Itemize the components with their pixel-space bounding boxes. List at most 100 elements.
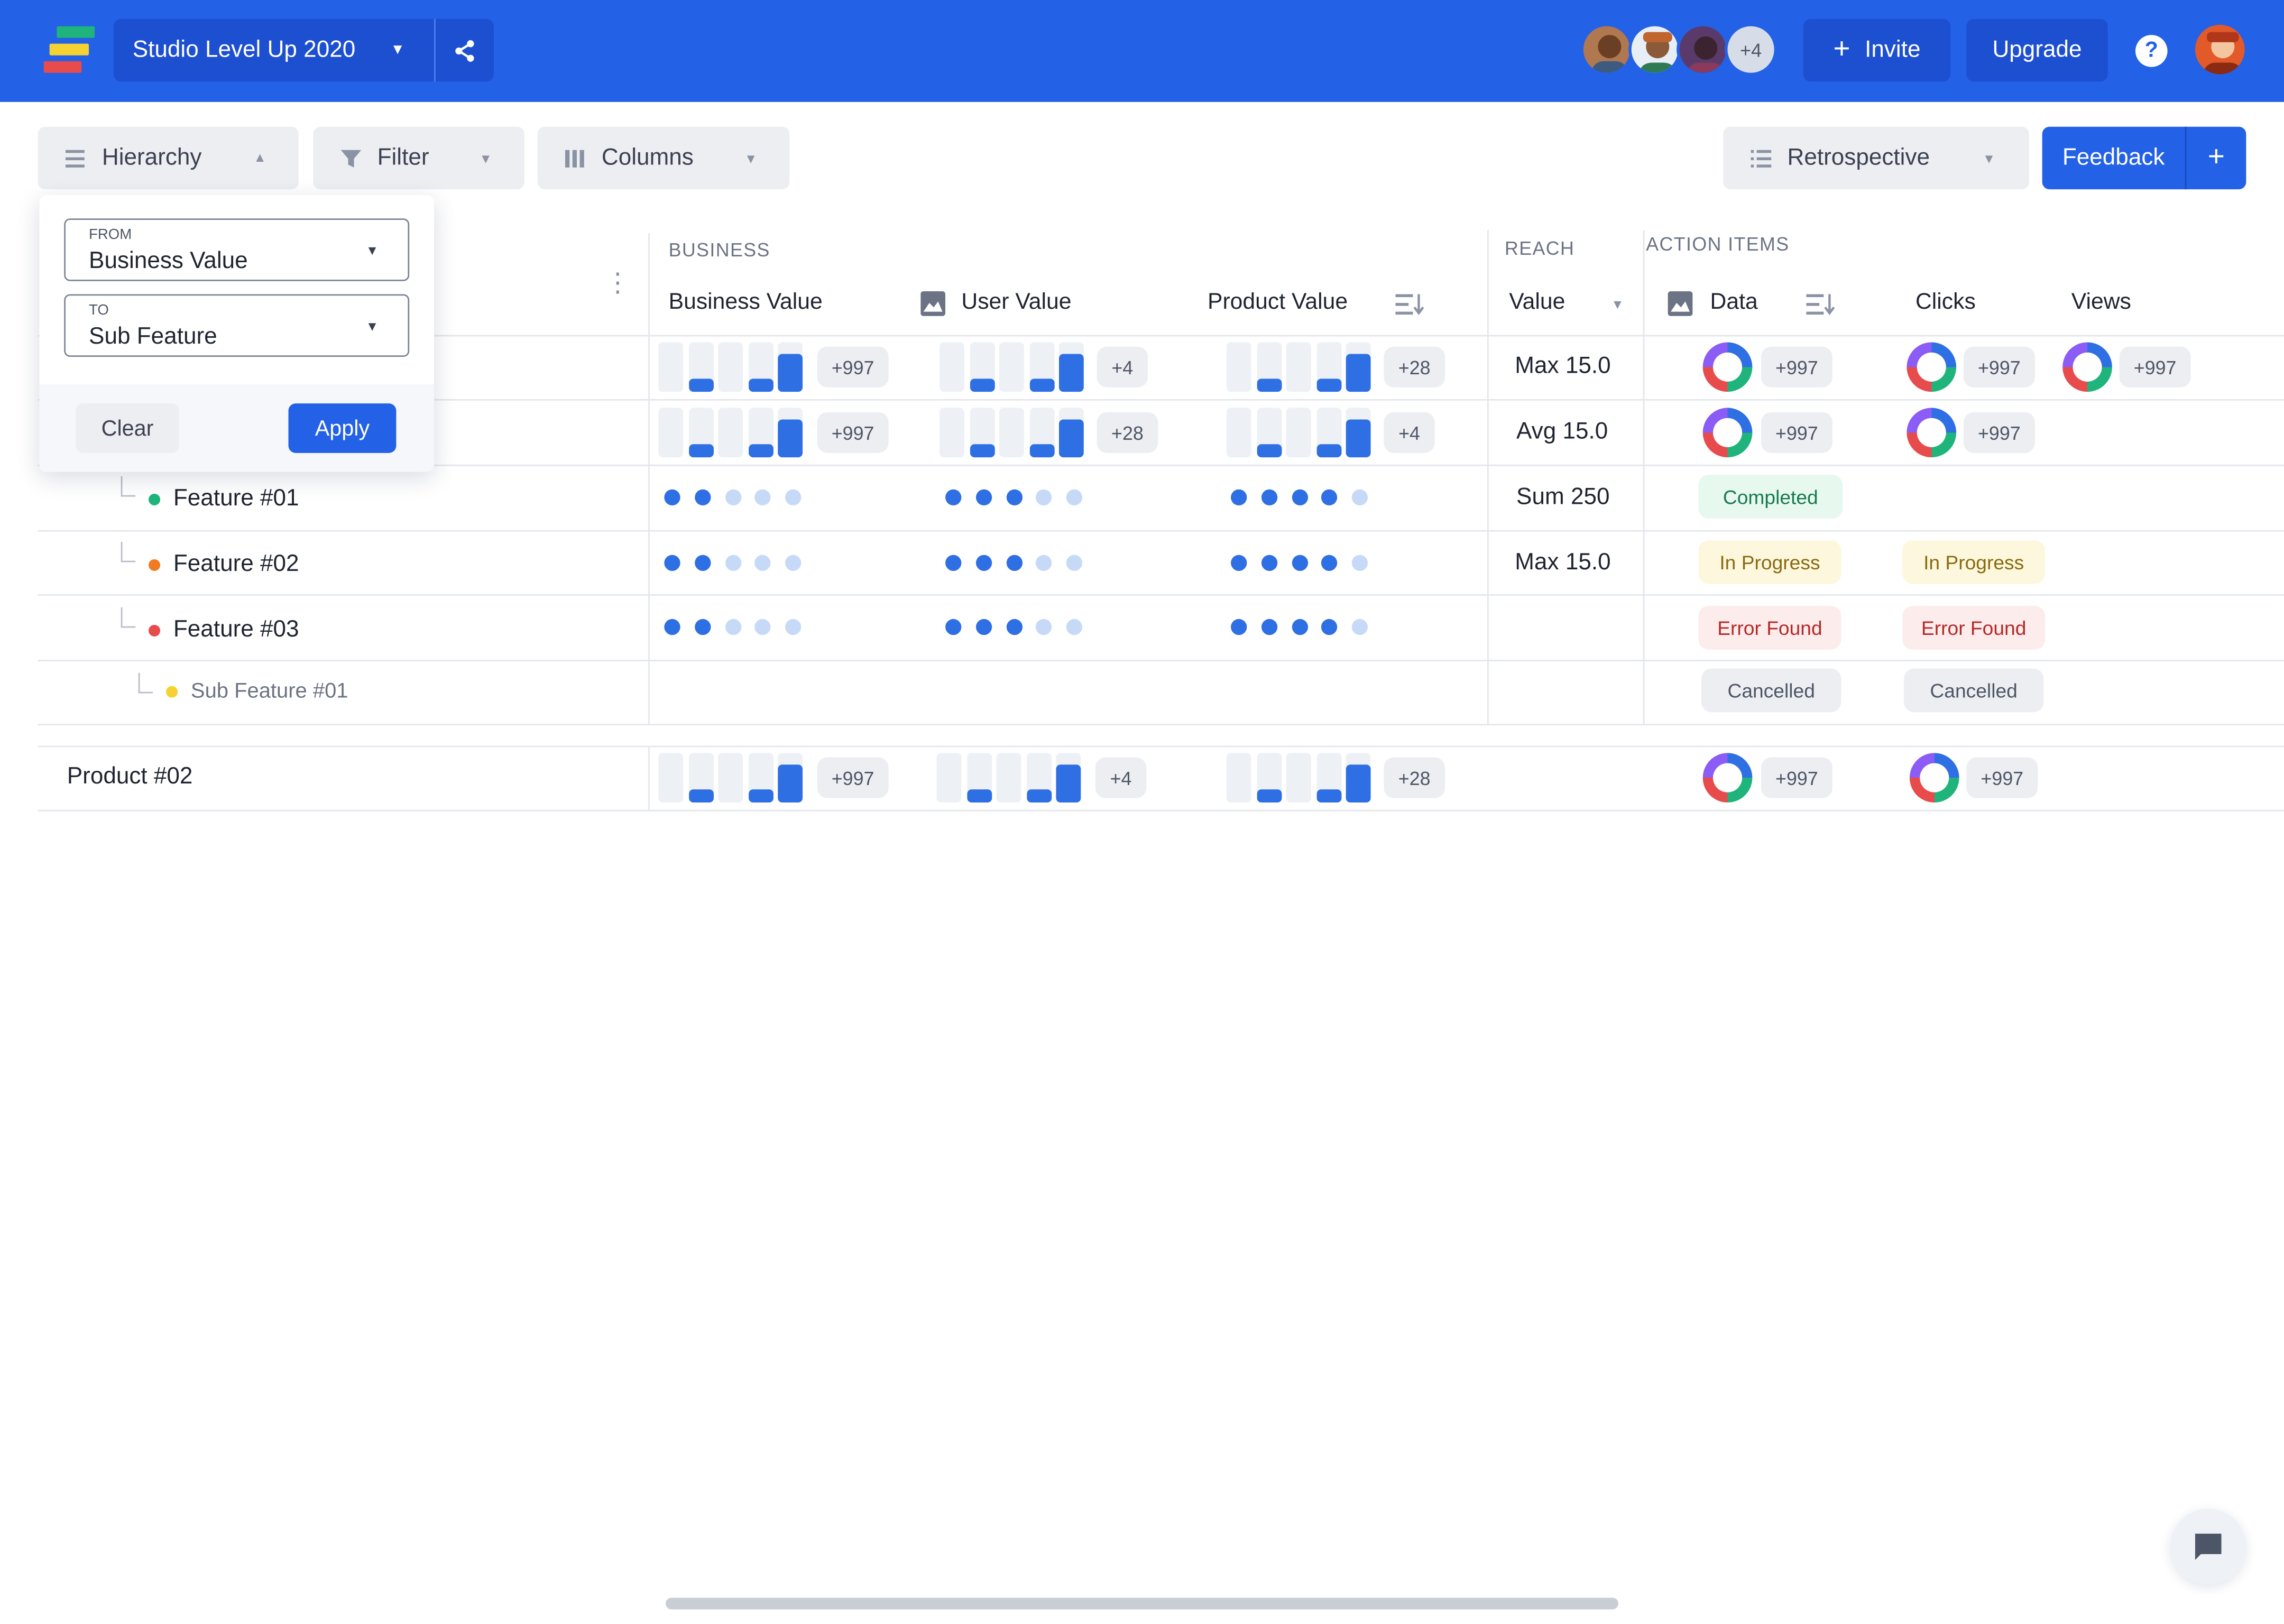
column-header-business-value[interactable]: Business Value xyxy=(669,290,823,316)
upgrade-button[interactable]: Upgrade xyxy=(1966,19,2108,82)
share-icon[interactable] xyxy=(436,19,494,81)
status-badge[interactable]: In Progress xyxy=(1902,540,2046,584)
avatar[interactable] xyxy=(1628,23,1681,76)
count-badge[interactable]: +28 xyxy=(1384,346,1445,387)
count-badge[interactable]: +997 xyxy=(1761,757,1832,798)
sort-icon[interactable] xyxy=(1806,293,1835,324)
project-selector[interactable]: Studio Level Up 2020 ▼ xyxy=(113,19,494,82)
avatar[interactable] xyxy=(1677,23,1729,76)
chevron-down-icon[interactable]: ▼ xyxy=(744,152,758,167)
bar-slot xyxy=(969,342,994,392)
count-badge[interactable]: +997 xyxy=(817,412,889,453)
top-bar: Studio Level Up 2020 ▼ +4 + Invite Upgra… xyxy=(0,0,2284,102)
rating-dot xyxy=(664,619,680,635)
clear-button[interactable]: Clear xyxy=(76,403,179,453)
count-badge[interactable]: +997 xyxy=(1963,346,2035,387)
dot-rating xyxy=(1231,489,1377,507)
bar-slot xyxy=(1256,408,1282,458)
table-row-label[interactable]: Feature #03 xyxy=(149,617,299,644)
column-header-clicks[interactable]: Clicks xyxy=(1915,290,1976,316)
chevron-down-icon[interactable]: ▼ xyxy=(479,152,492,167)
user-avatar[interactable] xyxy=(2192,22,2248,78)
tree-connector xyxy=(138,672,153,694)
bar-slot xyxy=(1286,408,1311,458)
product-name[interactable]: Product #02 xyxy=(67,764,193,791)
avatar[interactable] xyxy=(1580,23,1633,76)
count-badge[interactable]: +997 xyxy=(817,346,889,387)
bar-fill xyxy=(688,789,713,803)
reach-value: Sum 250 xyxy=(1516,485,1610,510)
rating-dot xyxy=(1066,619,1083,635)
count-badge[interactable]: +997 xyxy=(817,757,889,798)
status-badge[interactable]: Error Found xyxy=(1902,606,2046,650)
count-badge[interactable]: +4 xyxy=(1097,346,1148,387)
bar-fill xyxy=(969,379,994,392)
apply-button[interactable]: Apply xyxy=(288,403,397,453)
chevron-down-icon[interactable]: ▼ xyxy=(1611,297,1624,312)
status-badge[interactable]: In Progress xyxy=(1698,540,1841,584)
rating-dot xyxy=(975,619,992,635)
status-badge[interactable]: Cancelled xyxy=(1903,668,2044,713)
count-badge[interactable]: +997 xyxy=(1963,412,2035,453)
column-header-product-value[interactable]: Product Value xyxy=(1208,290,1348,316)
table-row-label[interactable]: Sub Feature #01 xyxy=(166,680,348,704)
bar-slot xyxy=(1056,753,1081,803)
count-badge[interactable]: +997 xyxy=(1761,346,1832,387)
chat-icon[interactable] xyxy=(2170,1509,2246,1585)
chevron-down-icon[interactable]: ▼ xyxy=(361,42,434,58)
bar-slot xyxy=(999,342,1024,392)
rating-dot xyxy=(1261,619,1277,635)
chevron-down-icon[interactable]: ▼ xyxy=(366,319,379,334)
bar-slot xyxy=(1026,753,1051,803)
table-row-label[interactable]: Feature #01 xyxy=(149,486,299,513)
avatars-more-badge[interactable]: +4 xyxy=(1725,23,1778,76)
bar-fill xyxy=(1316,789,1341,803)
help-icon[interactable]: ? xyxy=(2135,35,2168,67)
to-select[interactable]: TO Sub Feature ▼ xyxy=(64,294,410,357)
status-badge[interactable]: Completed xyxy=(1698,475,1843,519)
logo-icon[interactable] xyxy=(43,25,96,77)
list-icon xyxy=(1749,148,1773,169)
bar-slot xyxy=(1058,408,1084,458)
invite-button[interactable]: + Invite xyxy=(1803,19,1951,82)
count-badge[interactable]: +997 xyxy=(1966,757,2038,798)
tree-connector xyxy=(121,476,136,497)
group-header-business: BUSINESS xyxy=(668,238,770,261)
count-badge[interactable]: +4 xyxy=(1095,757,1147,798)
chevron-down-icon[interactable]: ▼ xyxy=(1983,152,1996,167)
column-header-views[interactable]: Views xyxy=(2071,290,2131,316)
filter-button[interactable]: Filter xyxy=(313,126,524,190)
feedback-button[interactable]: Feedback xyxy=(2042,145,2185,171)
table-row-label[interactable]: Feature #02 xyxy=(149,552,299,578)
status-badge[interactable]: Error Found xyxy=(1698,606,1841,650)
bar-meter xyxy=(658,342,807,392)
from-select[interactable]: FROM Business Value ▼ xyxy=(64,218,410,281)
more-vertical-icon[interactable]: ⋮ xyxy=(604,270,631,296)
project-name[interactable]: Studio Level Up 2020 xyxy=(114,37,361,63)
count-badge[interactable]: +997 xyxy=(2119,346,2191,387)
rating-dot xyxy=(694,619,711,635)
bar-slot xyxy=(996,753,1021,803)
bar-slot xyxy=(688,753,713,803)
status-badge[interactable]: Cancelled xyxy=(1701,668,1841,713)
row-divider xyxy=(38,660,2284,661)
dot-rating xyxy=(945,489,1091,507)
column-header-value[interactable]: Value xyxy=(1509,290,1565,316)
count-badge[interactable]: +4 xyxy=(1384,412,1435,453)
rating-dot xyxy=(945,555,962,571)
sort-icon[interactable] xyxy=(1395,293,1424,324)
column-header-data[interactable]: Data xyxy=(1710,290,1757,316)
bar-fill xyxy=(688,379,713,392)
chevron-up-icon[interactable]: ▲ xyxy=(253,150,266,165)
chevron-down-icon[interactable]: ▼ xyxy=(366,243,379,258)
add-button[interactable]: + xyxy=(2186,141,2246,174)
count-badge[interactable]: +997 xyxy=(1761,412,1832,453)
rating-dot xyxy=(1036,489,1053,506)
rating-dot xyxy=(785,489,802,506)
column-divider xyxy=(648,747,650,811)
column-header-user-value[interactable]: User Value xyxy=(961,290,1071,316)
rating-dot xyxy=(694,555,711,571)
count-badge[interactable]: +28 xyxy=(1384,757,1445,798)
horizontal-scrollbar[interactable] xyxy=(666,1598,1618,1610)
count-badge[interactable]: +28 xyxy=(1097,412,1158,453)
